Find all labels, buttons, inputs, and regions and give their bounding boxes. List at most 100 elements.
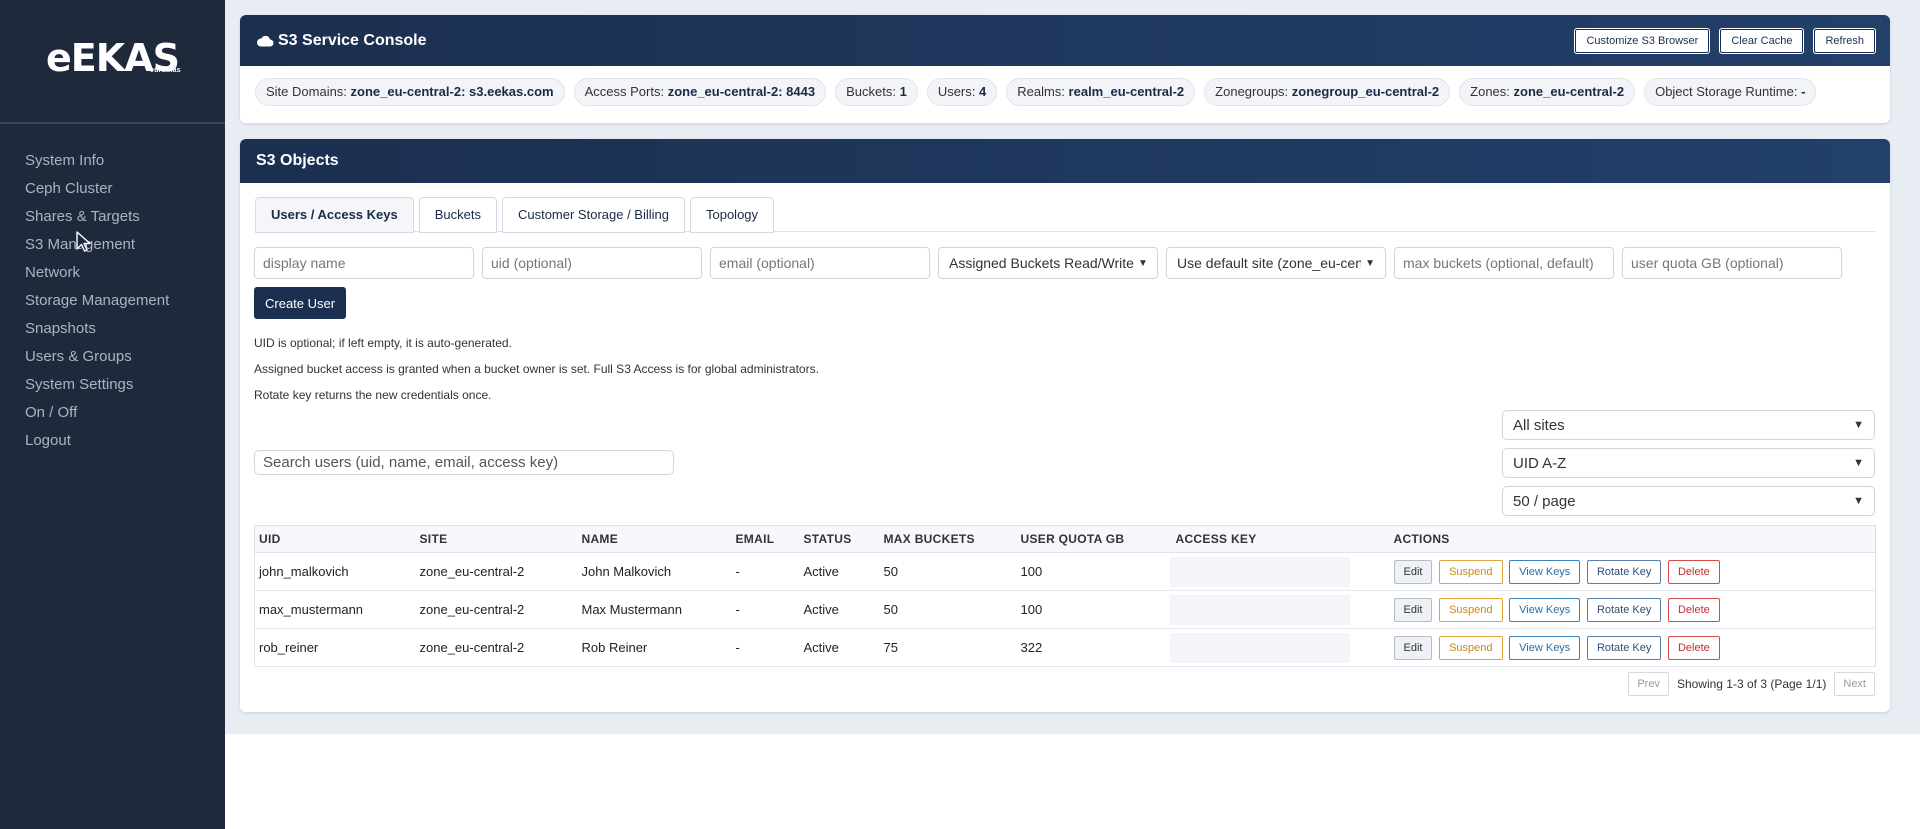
access-select[interactable]: Assigned Buckets Read/Write ▼ [938,247,1158,279]
chip-label: Site Domains: [266,84,347,99]
tab-users-access-keys[interactable]: Users / Access Keys [255,197,414,233]
console-buttons: Customize S3 Browser Clear Cache Refresh [1575,28,1875,53]
max-buckets-input[interactable] [1394,247,1614,279]
cell-access-key [1169,628,1390,667]
rotate-key-button[interactable]: Rotate Key [1586,635,1662,660]
site-filter-value: All sites [1513,416,1565,434]
col-max-buckets[interactable]: MAX BUCKETS [879,525,1017,553]
suspend-button[interactable]: Suspend [1439,559,1503,584]
chip-value: - [1801,84,1806,99]
s3-service-console-card: S3 Service Console Customize S3 Browser … [240,15,1890,123]
cell-name: Max Mustermann [577,590,732,629]
user-quota-input[interactable] [1622,247,1842,279]
sidebar-item-on-off[interactable]: On / Off [0,399,225,427]
chip-label: Zones: [1470,84,1510,99]
access-key-hidden [1169,632,1350,663]
chip-site-domains: Site Domains: zone_eu-central-2: s3.eeka… [255,78,565,106]
chevron-down-icon: ▼ [1853,495,1864,507]
view-keys-button[interactable]: View Keys [1509,597,1581,622]
chip-value: zone_eu-central-2 [1513,84,1625,99]
cell-name: Rob Reiner [577,628,732,667]
edit-button[interactable]: Edit [1393,635,1433,660]
suspend-button[interactable]: Suspend [1439,597,1503,622]
help-notes: UID is optional; if left empty, it is au… [254,330,819,408]
view-keys-button[interactable]: View Keys [1509,635,1581,660]
sidebar-item-s3-management[interactable]: S3 Management [0,231,225,259]
note-rotate-key: Rotate key returns the new credentials o… [254,388,492,402]
site-select[interactable]: Use default site (zone_eu-central-2) ▼ [1166,247,1386,279]
objects-title: S3 Objects [256,152,339,169]
sidebar-item-network[interactable]: Network [0,259,225,287]
view-keys-button[interactable]: View Keys [1509,559,1581,584]
delete-button[interactable]: Delete [1667,597,1720,622]
next-page-button[interactable]: Next [1834,672,1875,696]
col-access-key[interactable]: ACCESS KEY [1171,525,1390,553]
uid-input[interactable] [482,247,702,279]
access-select-value: Assigned Buckets Read/Write [949,255,1134,271]
col-actions: ACTIONS [1389,525,1876,553]
chip-label: Users: [937,84,976,99]
user-search-input[interactable] [254,450,674,475]
chip-value: 1 [899,84,907,99]
sort-select[interactable]: UID A-Z ▼ [1502,448,1875,478]
tab-buckets[interactable]: Buckets [418,197,497,233]
tab-topology[interactable]: Topology [689,197,775,233]
chip-zonegroups: Zonegroups: zonegroup_eu-central-2 [1204,78,1451,106]
delete-button[interactable]: Delete [1667,635,1720,660]
suspend-button[interactable]: Suspend [1439,635,1503,660]
rotate-key-button[interactable]: Rotate Key [1586,559,1662,584]
sidebar-item-users-groups[interactable]: Users & Groups [0,343,225,371]
sidebar-item-logout[interactable]: Logout [0,427,225,455]
chip-zones: Zones: zone_eu-central-2 [1459,78,1636,106]
chip-buckets: Buckets: 1 [835,78,918,106]
edit-button[interactable]: Edit [1393,597,1433,622]
sidebar-item-system-info[interactable]: System Info [0,147,225,175]
chip-realms: Realms: realm_eu-central-2 [1006,78,1196,106]
create-user-button[interactable]: Create User [254,287,347,319]
col-status[interactable]: STATUS [799,525,880,553]
table-row: john_malkovich zone_eu-central-2 John Ma… [254,552,1876,591]
objects-header: S3 Objects [240,139,1890,183]
col-uid[interactable]: UID [254,525,416,553]
chip-label: Object Storage Runtime: [1655,84,1798,99]
cell-quota: 100 [1016,590,1172,629]
clear-cache-button[interactable]: Clear Cache [1720,28,1804,53]
pagination-info: Showing 1-3 of 3 (Page 1/1) [1676,677,1827,691]
sidebar-item-storage-management[interactable]: Storage Management [0,287,225,315]
col-site[interactable]: SITE [415,525,578,553]
sidebar-item-snapshots[interactable]: Snapshots [0,315,225,343]
chip-value: zone_eu-central-2: s3.eekas.com [350,84,554,99]
customize-s3-browser-button[interactable]: Customize S3 Browser [1575,28,1710,53]
col-name[interactable]: NAME [577,525,732,553]
display-name-input[interactable] [254,247,474,279]
tab-customer-storage-billing[interactable]: Customer Storage / Billing [501,197,685,233]
sidebar-item-system-settings[interactable]: System Settings [0,371,225,399]
delete-button[interactable]: Delete [1667,559,1720,584]
col-user-quota[interactable]: USER QUOTA GB [1016,525,1172,553]
rotate-key-button[interactable]: Rotate Key [1586,597,1662,622]
cell-max-buckets: 50 [879,590,1017,629]
prev-page-button[interactable]: Prev [1628,672,1669,696]
site-filter-select[interactable]: All sites ▼ [1502,410,1875,440]
edit-button[interactable]: Edit [1393,559,1433,584]
sidebar-item-ceph-cluster[interactable]: Ceph Cluster [0,175,225,203]
console-header: S3 Service Console Customize S3 Browser … [240,15,1890,66]
col-email[interactable]: EMAIL [731,525,800,553]
cell-actions: Edit Suspend View Keys Rotate Key Delete [1389,628,1876,667]
table-header-row: UID SITE NAME EMAIL STATUS MAX BUCKETS U… [254,525,1876,553]
cell-status: Active [799,628,880,667]
page-size-select[interactable]: 50 / page ▼ [1502,486,1875,516]
cell-status: Active [799,552,880,591]
logo[interactable]: eEKAS eurolnas [0,0,225,124]
email-input[interactable] [710,247,930,279]
cell-access-key [1169,552,1390,591]
users-table: UID SITE NAME EMAIL STATUS MAX BUCKETS U… [254,525,1876,667]
sidebar-item-shares-targets[interactable]: Shares & Targets [0,203,225,231]
sort-value: UID A-Z [1513,454,1567,472]
refresh-button[interactable]: Refresh [1814,28,1875,53]
chip-value: zonegroup_eu-central-2 [1291,84,1440,99]
cell-site: zone_eu-central-2 [415,628,578,667]
chevron-down-icon: ▼ [1137,257,1148,269]
site-select-value: Use default site (zone_eu-central-2) [1177,255,1361,271]
create-user-form: Assigned Buckets Read/Write ▼ Use defaul… [254,247,1842,279]
